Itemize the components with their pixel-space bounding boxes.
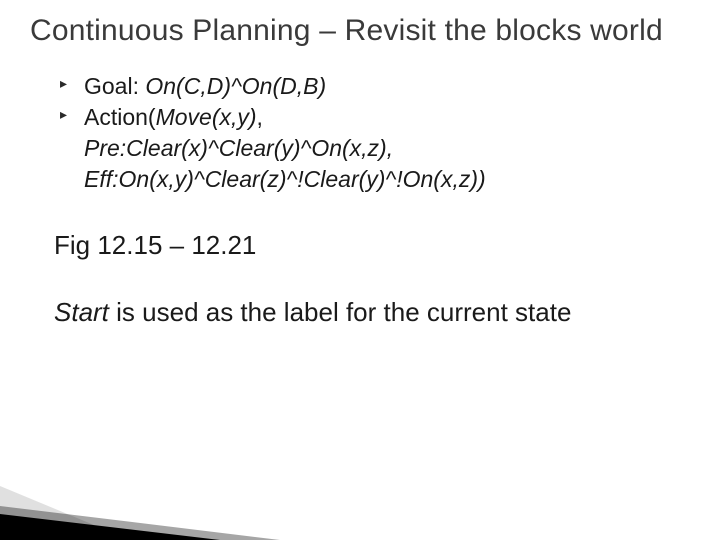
- start-paragraph: Start is used as the label for the curre…: [54, 296, 690, 330]
- bullet-italic: On(C,D)^On(D,B): [145, 73, 326, 99]
- bullet-prefix: Goal:: [84, 73, 145, 99]
- figure-reference: Fig 12.15 – 12.21: [54, 229, 690, 263]
- start-rest: is used as the label for the current sta…: [109, 297, 571, 327]
- bullet-item: Action(Move(x,y),: [60, 102, 690, 133]
- bullet-list: Goal: On(C,D)^On(D,B) Action(Move(x,y),: [30, 71, 690, 133]
- start-word: Start: [54, 297, 109, 327]
- bullet-suffix: ,: [257, 104, 263, 130]
- slide-title: Continuous Planning – Revisit the blocks…: [30, 14, 690, 49]
- slide: Continuous Planning – Revisit the blocks…: [0, 0, 720, 540]
- bullet-italic: Move(x,y): [156, 104, 257, 130]
- bullet-item: Goal: On(C,D)^On(D,B): [60, 71, 690, 102]
- continuation-line: Pre:Clear(x)^Clear(y)^On(x,z),: [30, 133, 690, 164]
- bullet-prefix: Action(: [84, 104, 156, 130]
- continuation-line: Eff:On(x,y)^Clear(z)^!Clear(y)^!On(x,z)): [30, 164, 690, 195]
- decorative-wedge: [0, 514, 220, 540]
